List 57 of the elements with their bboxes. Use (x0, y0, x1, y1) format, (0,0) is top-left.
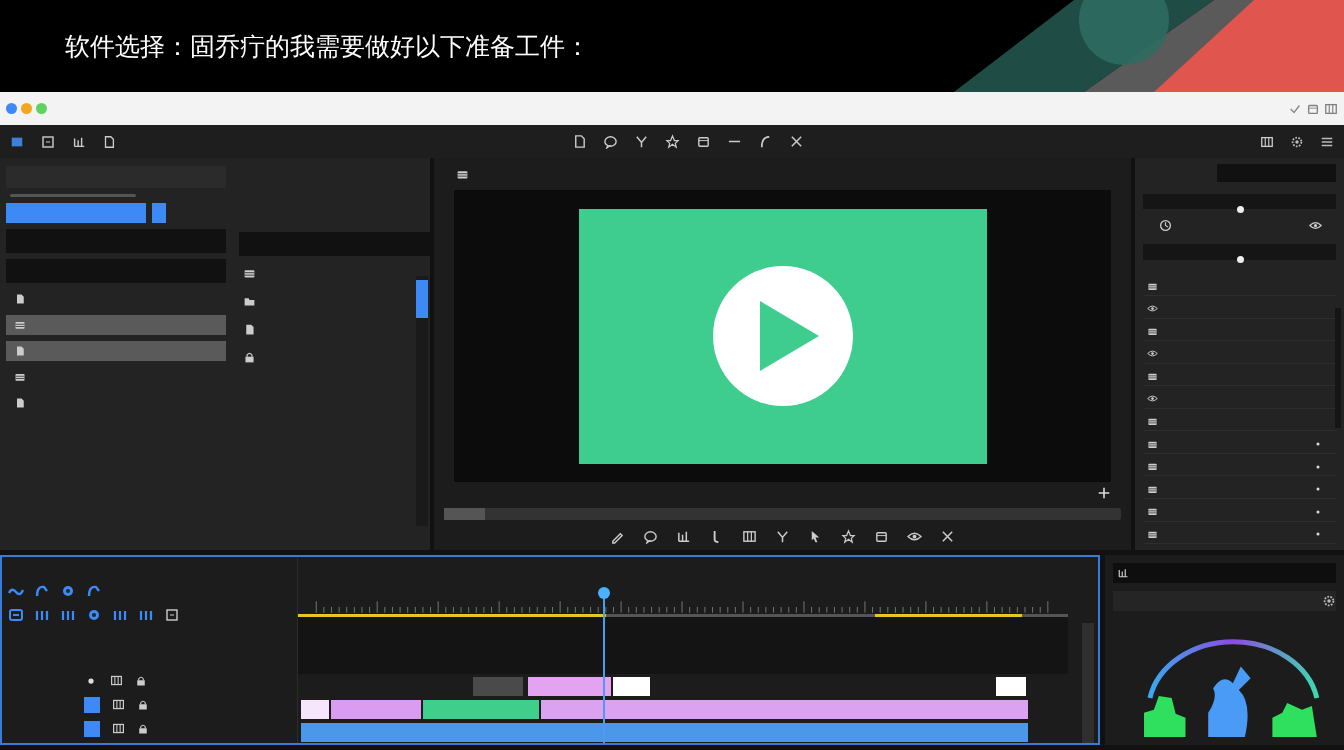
plus-icon[interactable] (1097, 486, 1111, 500)
star-icon[interactable] (665, 134, 680, 149)
scrubber-track[interactable] (444, 508, 1121, 520)
video-clip[interactable] (301, 723, 1028, 742)
playhead[interactable] (597, 587, 610, 743)
grid-icon[interactable] (112, 698, 125, 712)
grid-icon[interactable] (110, 674, 123, 688)
settings-icon[interactable] (1290, 134, 1304, 149)
video-clip[interactable] (541, 700, 1028, 720)
video-clip[interactable] (301, 700, 329, 720)
video-clip[interactable] (422, 700, 539, 720)
file-icon (14, 345, 26, 357)
scrollbar[interactable] (1335, 308, 1341, 428)
eye-icon[interactable] (1147, 348, 1158, 360)
eye-icon[interactable] (1147, 393, 1158, 405)
video-clip[interactable] (612, 677, 650, 697)
file-icon (14, 293, 26, 305)
track-toggle-button[interactable] (84, 720, 100, 737)
slider-track[interactable] (1143, 193, 1336, 210)
video-clip[interactable] (331, 700, 422, 720)
document-icon[interactable] (572, 134, 587, 149)
slider-thumb[interactable] (1236, 256, 1244, 264)
scrollbar[interactable] (416, 276, 428, 526)
subtitle: 软件选择：固乔疔的我需要做好以下准备工件： (65, 32, 590, 61)
box-icon[interactable] (696, 134, 711, 149)
settings-icon[interactable] (1322, 593, 1336, 608)
box-icon[interactable] (8, 606, 24, 623)
track-toggle-button[interactable] (84, 696, 100, 713)
grid-icon[interactable] (742, 528, 757, 544)
grid-icon[interactable] (112, 722, 125, 736)
lock-icon[interactable] (137, 722, 149, 735)
file-icon (14, 397, 26, 409)
eye-icon[interactable] (1147, 303, 1158, 315)
cross-icon[interactable] (789, 134, 804, 149)
video-clip[interactable] (995, 677, 1026, 697)
bars-icon[interactable] (1117, 566, 1129, 579)
video-clip[interactable] (528, 677, 611, 697)
square-icon[interactable] (164, 606, 180, 623)
window-control-button[interactable] (6, 103, 17, 114)
fork-icon[interactable] (634, 134, 649, 149)
fork-icon[interactable] (775, 528, 790, 544)
lock-icon[interactable] (137, 698, 149, 711)
slider-thumb[interactable] (1236, 205, 1244, 213)
document-icon[interactable] (102, 134, 116, 149)
video-clip[interactable] (472, 677, 523, 697)
clock-icon[interactable] (1159, 219, 1172, 233)
speech-bubble-icon[interactable] (643, 528, 658, 544)
speech-bubble-icon[interactable] (603, 134, 618, 149)
star-icon[interactable] (841, 528, 856, 544)
scrollbar[interactable] (1082, 623, 1094, 743)
square-icon[interactable] (40, 133, 56, 150)
lock-icon[interactable] (135, 674, 147, 687)
cross-icon[interactable] (940, 528, 955, 544)
file-icon[interactable] (243, 322, 256, 336)
lock-icon[interactable] (243, 350, 256, 364)
slider-track[interactable] (1143, 244, 1336, 260)
grid-icon[interactable] (1260, 134, 1274, 149)
